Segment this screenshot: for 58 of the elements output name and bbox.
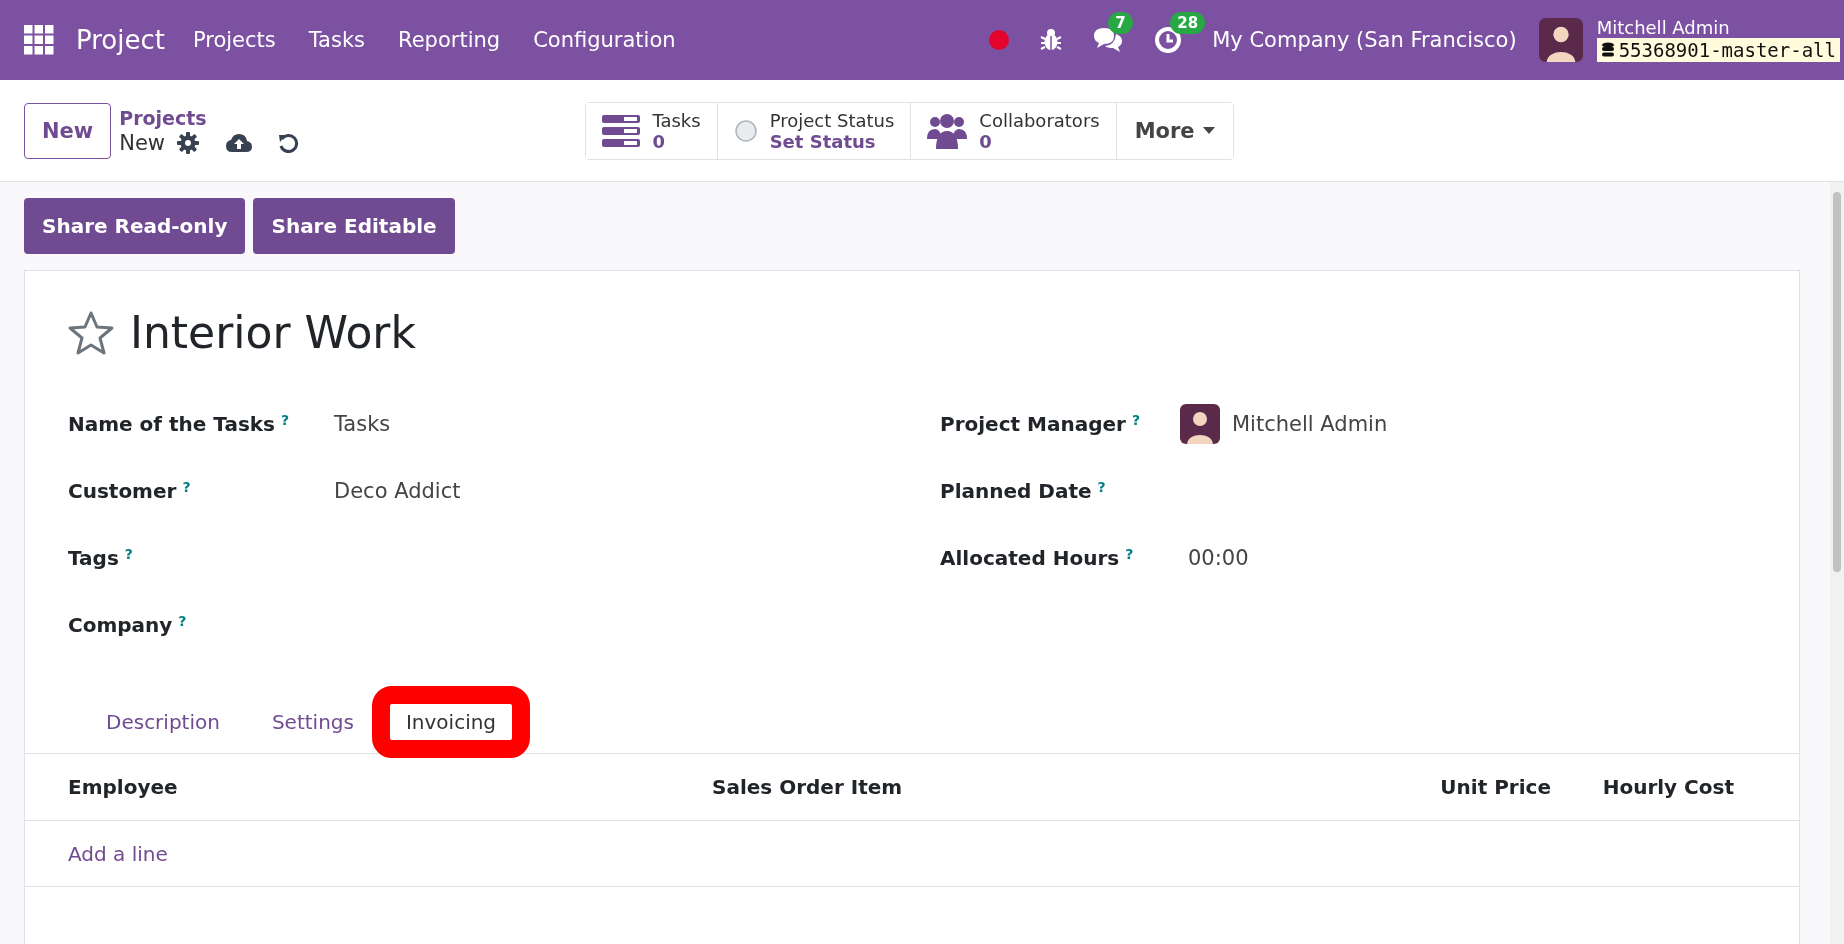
breadcrumb-current: New <box>119 130 166 155</box>
menu-item[interactable]: Reporting <box>398 28 501 52</box>
project-title: Interior Work <box>130 307 416 358</box>
tasks-icon <box>602 114 641 147</box>
avatar-icon <box>1538 18 1583 62</box>
field-label: Planned Date <box>940 478 1092 503</box>
field-label: Name of the Tasks <box>68 411 275 436</box>
menu-item[interactable]: Tasks <box>308 28 366 52</box>
menu-item[interactable]: Projects <box>192 28 276 52</box>
field-value[interactable]: Tasks <box>334 411 391 436</box>
app-name[interactable]: Project <box>76 25 165 55</box>
column-header: Employee <box>68 775 179 799</box>
field-label: Customer <box>68 478 177 503</box>
tab[interactable]: Description <box>90 704 236 740</box>
status-circle-icon <box>733 118 758 143</box>
undo-icon[interactable] <box>277 131 300 154</box>
share-button[interactable]: Share Editable <box>253 198 455 254</box>
field-value[interactable]: Mitchell Admin <box>1232 411 1388 436</box>
scrollbar[interactable] <box>1830 182 1844 944</box>
field-label: Project Manager <box>940 411 1126 436</box>
caret-icon <box>1202 127 1215 134</box>
help-tooltip[interactable]: ? <box>182 478 191 495</box>
field-label: Allocated Hours <box>940 545 1120 570</box>
activity-count-badge: 28 <box>1170 12 1206 34</box>
bug-icon[interactable] <box>1040 28 1063 52</box>
help-tooltip[interactable]: ? <box>1097 478 1106 495</box>
smart-button[interactable]: Tasks 0 <box>586 102 718 159</box>
share-button[interactable]: Share Read-only <box>24 198 246 254</box>
menu-item[interactable]: Configuration <box>533 28 676 52</box>
company-switcher[interactable]: My Company (San Francisco) <box>1212 28 1517 52</box>
user-name[interactable]: Mitchell Admin <box>1596 18 1840 38</box>
help-tooltip[interactable]: ? <box>1125 545 1134 562</box>
help-tooltip[interactable]: ? <box>178 612 187 629</box>
people-icon <box>927 112 968 149</box>
apps-menu-icon[interactable] <box>24 25 54 55</box>
record-dot-icon[interactable] <box>988 29 1011 51</box>
cloud-upload-icon[interactable] <box>225 131 254 154</box>
message-count-badge: 7 <box>1108 12 1133 34</box>
help-tooltip[interactable]: ? <box>124 545 133 562</box>
column-header: Hourly Cost <box>1601 775 1734 799</box>
help-tooltip[interactable]: ? <box>1131 411 1141 428</box>
new-button[interactable]: New <box>24 102 112 159</box>
column-header: Sales Order Item <box>712 775 904 799</box>
field-label: Tags <box>68 545 119 570</box>
breadcrumb-link[interactable]: Projects <box>119 106 300 129</box>
chat-icon[interactable] <box>1092 26 1125 54</box>
field-value[interactable]: 00:00 <box>1180 545 1249 570</box>
tab[interactable]: Settings <box>255 704 370 740</box>
column-header: Unit Price <box>1439 775 1551 799</box>
field-value[interactable]: Deco Addict <box>334 478 461 503</box>
clock-icon[interactable] <box>1154 26 1183 54</box>
star-icon[interactable] <box>68 310 114 355</box>
field-label: Company <box>68 612 173 637</box>
database-name: 55368901-master-all <box>1618 39 1836 61</box>
add-line-link[interactable]: Add a line <box>68 841 168 866</box>
database-icon <box>1600 42 1615 58</box>
avatar-icon <box>1180 403 1220 444</box>
help-tooltip[interactable]: ? <box>281 411 290 428</box>
